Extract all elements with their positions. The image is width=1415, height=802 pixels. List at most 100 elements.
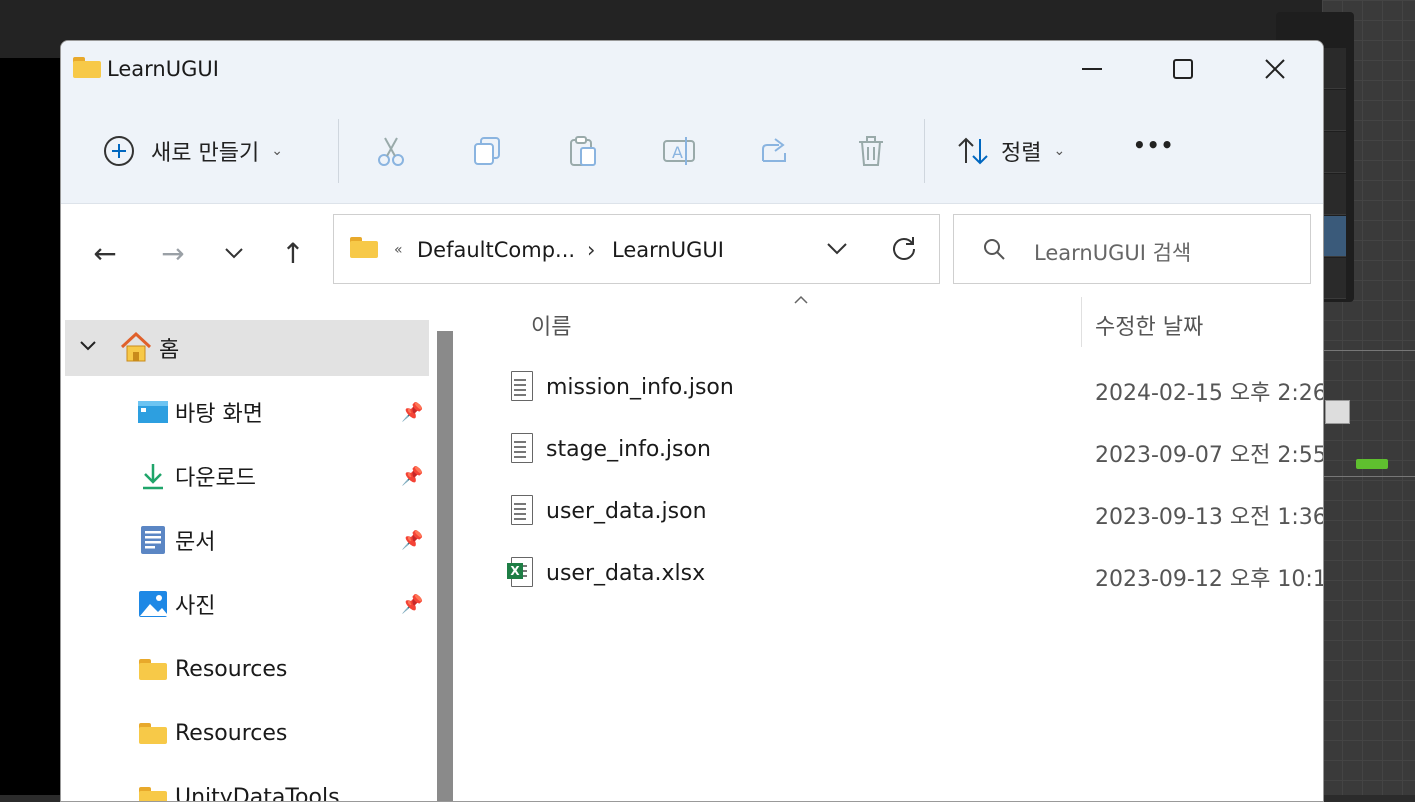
file-modified: 2023-09-13 오전 1:36 [1095, 499, 1324, 531]
sidebar-item-label: Resources [175, 721, 287, 746]
sidebar-item-folder[interactable]: UnityDataTools [65, 769, 429, 802]
delete-button[interactable] [853, 133, 889, 169]
sort-button[interactable]: 정렬 ⌄ [955, 133, 1065, 169]
file-name: mission_info.json [546, 375, 734, 400]
sidebar-item-pictures[interactable]: 사진 📌 [65, 576, 429, 632]
sort-ascending-icon [793, 295, 809, 305]
file-name: user_data.xlsx [546, 561, 705, 586]
sidebar-item-label: 홈 [159, 332, 179, 364]
folder-icon [73, 57, 101, 77]
svg-text:A: A [672, 143, 683, 162]
delete-icon [853, 133, 889, 169]
file-modified: 2024-02-15 오후 2:26 [1095, 375, 1324, 407]
column-header-modified[interactable]: 수정한 날짜 [1095, 309, 1203, 341]
forward-button[interactable]: → [153, 233, 193, 273]
sort-button-label: 정렬 [1001, 135, 1041, 167]
rename-icon: A [661, 133, 697, 169]
search-placeholder: LearnUGUI 검색 [1034, 237, 1191, 267]
refresh-icon [891, 235, 917, 261]
sidebar-item-documents[interactable]: 문서 📌 [65, 512, 429, 568]
back-button[interactable]: ← [85, 233, 125, 273]
sidebar-item-label: Resources [175, 657, 287, 682]
background-guide-line [1322, 350, 1415, 351]
window-title: LearnUGUI [107, 57, 219, 81]
close-button[interactable] [1252, 51, 1298, 87]
arrow-left-icon: ← [93, 237, 116, 270]
folder-icon [350, 237, 378, 257]
scrollbar-thumb[interactable] [437, 331, 453, 801]
sidebar-item-folder[interactable]: Resources [65, 641, 429, 697]
chevron-down-icon: ⌄ [271, 143, 283, 159]
sort-icon [955, 133, 991, 169]
pictures-icon [137, 588, 169, 620]
chevron-down-icon [79, 340, 97, 352]
file-explorer-window: LearnUGUI 새로 만들기 ⌄ [60, 40, 1324, 802]
sidebar-item-folder[interactable]: Resources [65, 705, 429, 761]
up-button[interactable]: ↑ [273, 233, 313, 273]
plus-circle-icon [101, 133, 137, 169]
search-box[interactable]: LearnUGUI 검색 [953, 214, 1311, 284]
json-file-icon [509, 495, 533, 525]
breadcrumb-item[interactable]: LearnUGUI [612, 238, 724, 262]
recent-locations-button[interactable] [214, 233, 254, 273]
address-history-button[interactable] [826, 241, 848, 260]
file-row[interactable]: mission_info.json 2024-02-15 오후 2:26 [501, 361, 1323, 417]
paste-icon [565, 133, 601, 169]
share-button[interactable] [757, 133, 793, 169]
pin-icon[interactable]: 📌 [401, 530, 423, 551]
pin-icon[interactable]: 📌 [401, 594, 423, 615]
minimize-icon [1081, 58, 1103, 80]
sidebar-item-label: UnityDataTools [175, 785, 340, 802]
sidebar-item-label: 문서 [175, 524, 215, 556]
cut-button[interactable] [373, 133, 409, 169]
documents-icon [137, 524, 169, 556]
search-icon [982, 237, 1006, 261]
sidebar-item-home[interactable]: 홈 [65, 320, 429, 376]
breadcrumb-separator: › [587, 238, 595, 262]
toolbar-divider [924, 119, 925, 183]
arrow-right-icon: → [161, 237, 184, 270]
sidebar-item-label: 바탕 화면 [175, 396, 263, 428]
background-app-left [0, 58, 62, 795]
chevron-down-icon [224, 247, 244, 259]
breadcrumb-item[interactable]: DefaultComp... [417, 238, 575, 262]
minimize-button[interactable] [1069, 51, 1115, 87]
file-row[interactable]: stage_info.json 2023-09-07 오전 2:55 [501, 423, 1323, 479]
sidebar-item-label: 사진 [175, 588, 215, 620]
column-separator[interactable] [1081, 297, 1082, 347]
title-bar: LearnUGUI [61, 41, 1323, 103]
refresh-button[interactable] [891, 235, 917, 265]
chevron-down-icon [826, 242, 848, 256]
new-button[interactable]: 새로 만들기 ⌄ [101, 133, 283, 169]
navigation-pane-scrollbar[interactable] [437, 331, 453, 801]
address-bar[interactable]: « DefaultComp... › LearnUGUI [333, 214, 940, 284]
new-button-label: 새로 만들기 [151, 135, 259, 167]
maximize-icon [1172, 58, 1194, 80]
sidebar-item-downloads[interactable]: 다운로드 📌 [65, 448, 429, 504]
maximize-button[interactable] [1160, 51, 1206, 87]
folder-icon [139, 659, 167, 679]
desktop-icon [137, 396, 169, 428]
copy-button[interactable] [469, 133, 505, 169]
close-icon [1264, 58, 1286, 80]
file-row[interactable]: X user_data.xlsx 2023-09-12 오후 10:1 [501, 547, 1323, 603]
sidebar-item-desktop[interactable]: 바탕 화면 📌 [65, 384, 429, 440]
copy-icon [469, 133, 505, 169]
background-node-green [1356, 459, 1388, 469]
folder-icon [139, 723, 167, 743]
more-options-button[interactable]: ••• [1133, 133, 1174, 157]
breadcrumb-overflow[interactable]: « [394, 242, 403, 258]
file-row[interactable]: user_data.json 2023-09-13 오전 1:36 [501, 485, 1323, 541]
toolbar-divider [338, 119, 339, 183]
share-icon [757, 133, 793, 169]
column-header-name[interactable]: 이름 [531, 309, 571, 341]
paste-button[interactable] [565, 133, 601, 169]
pin-icon[interactable]: 📌 [401, 466, 423, 487]
arrow-up-icon: ↑ [281, 237, 304, 270]
excel-file-icon: X [509, 557, 533, 587]
chevron-down-icon: ⌄ [1053, 143, 1065, 159]
json-file-icon [509, 433, 533, 463]
background-guide-line [1322, 476, 1415, 477]
rename-button[interactable]: A [661, 133, 697, 169]
pin-icon[interactable]: 📌 [401, 402, 423, 423]
